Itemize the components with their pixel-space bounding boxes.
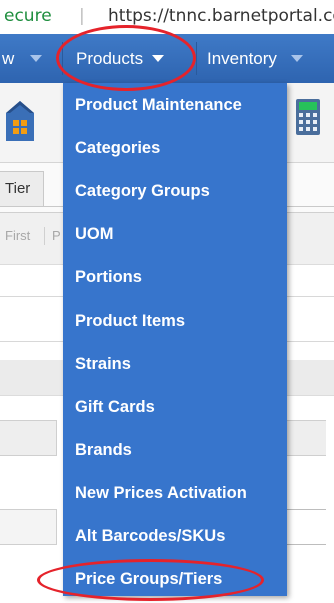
form-field[interactable] — [286, 509, 326, 545]
pager-divider — [44, 227, 45, 245]
nav-divider — [196, 42, 197, 75]
form-field[interactable] — [286, 420, 326, 456]
url-text[interactable]: https://tnnc.barnetportal.com — [108, 6, 334, 26]
main-nav: w Products Inventory — [0, 34, 334, 83]
chevron-down-icon — [30, 55, 43, 62]
menu-item-strains[interactable]: Strains — [63, 344, 287, 384]
address-separator: | — [79, 6, 85, 26]
nav-item-products[interactable]: Products — [76, 34, 165, 83]
address-bar[interactable]: ecure | https://tnnc.barnetportal.com — [0, 0, 334, 34]
chevron-down-icon — [152, 55, 165, 62]
nav-item-label: Inventory — [207, 48, 277, 68]
house-icon[interactable] — [6, 97, 34, 141]
nav-divider — [62, 42, 63, 75]
menu-item-portions[interactable]: Portions — [63, 257, 287, 297]
menu-item-alt-barcodes-skus[interactable]: Alt Barcodes/SKUs — [63, 516, 287, 556]
nav-item-label: w — [2, 48, 15, 68]
menu-item-price-groups-tiers[interactable]: Price Groups/Tiers — [63, 559, 287, 599]
menu-item-brands[interactable]: Brands — [63, 430, 287, 470]
menu-item-new-prices-activation[interactable]: New Prices Activation — [63, 473, 287, 513]
menu-item-categories[interactable]: Categories — [63, 128, 287, 168]
menu-item-product-maintenance[interactable]: Product Maintenance — [63, 85, 287, 125]
menu-item-uom[interactable]: UOM — [63, 214, 287, 254]
pager-first-button[interactable]: First — [5, 228, 30, 243]
tab-tier[interactable]: Tier — [0, 171, 44, 207]
form-field[interactable] — [0, 509, 57, 545]
security-label: ecure — [4, 6, 52, 26]
chevron-down-icon — [290, 55, 303, 62]
nav-item-inventory[interactable]: Inventory — [207, 34, 303, 83]
products-dropdown-menu: Product Maintenance Categories Category … — [63, 83, 287, 596]
calculator-icon[interactable] — [296, 99, 320, 135]
form-field[interactable] — [0, 420, 57, 456]
nav-item-label: Products — [76, 48, 144, 68]
pager-prev-button[interactable]: P — [52, 228, 61, 243]
menu-item-gift-cards[interactable]: Gift Cards — [63, 387, 287, 427]
menu-item-category-groups[interactable]: Category Groups — [63, 171, 287, 211]
menu-item-product-items[interactable]: Product Items — [63, 301, 287, 341]
nav-item-previous[interactable]: w — [0, 34, 43, 83]
